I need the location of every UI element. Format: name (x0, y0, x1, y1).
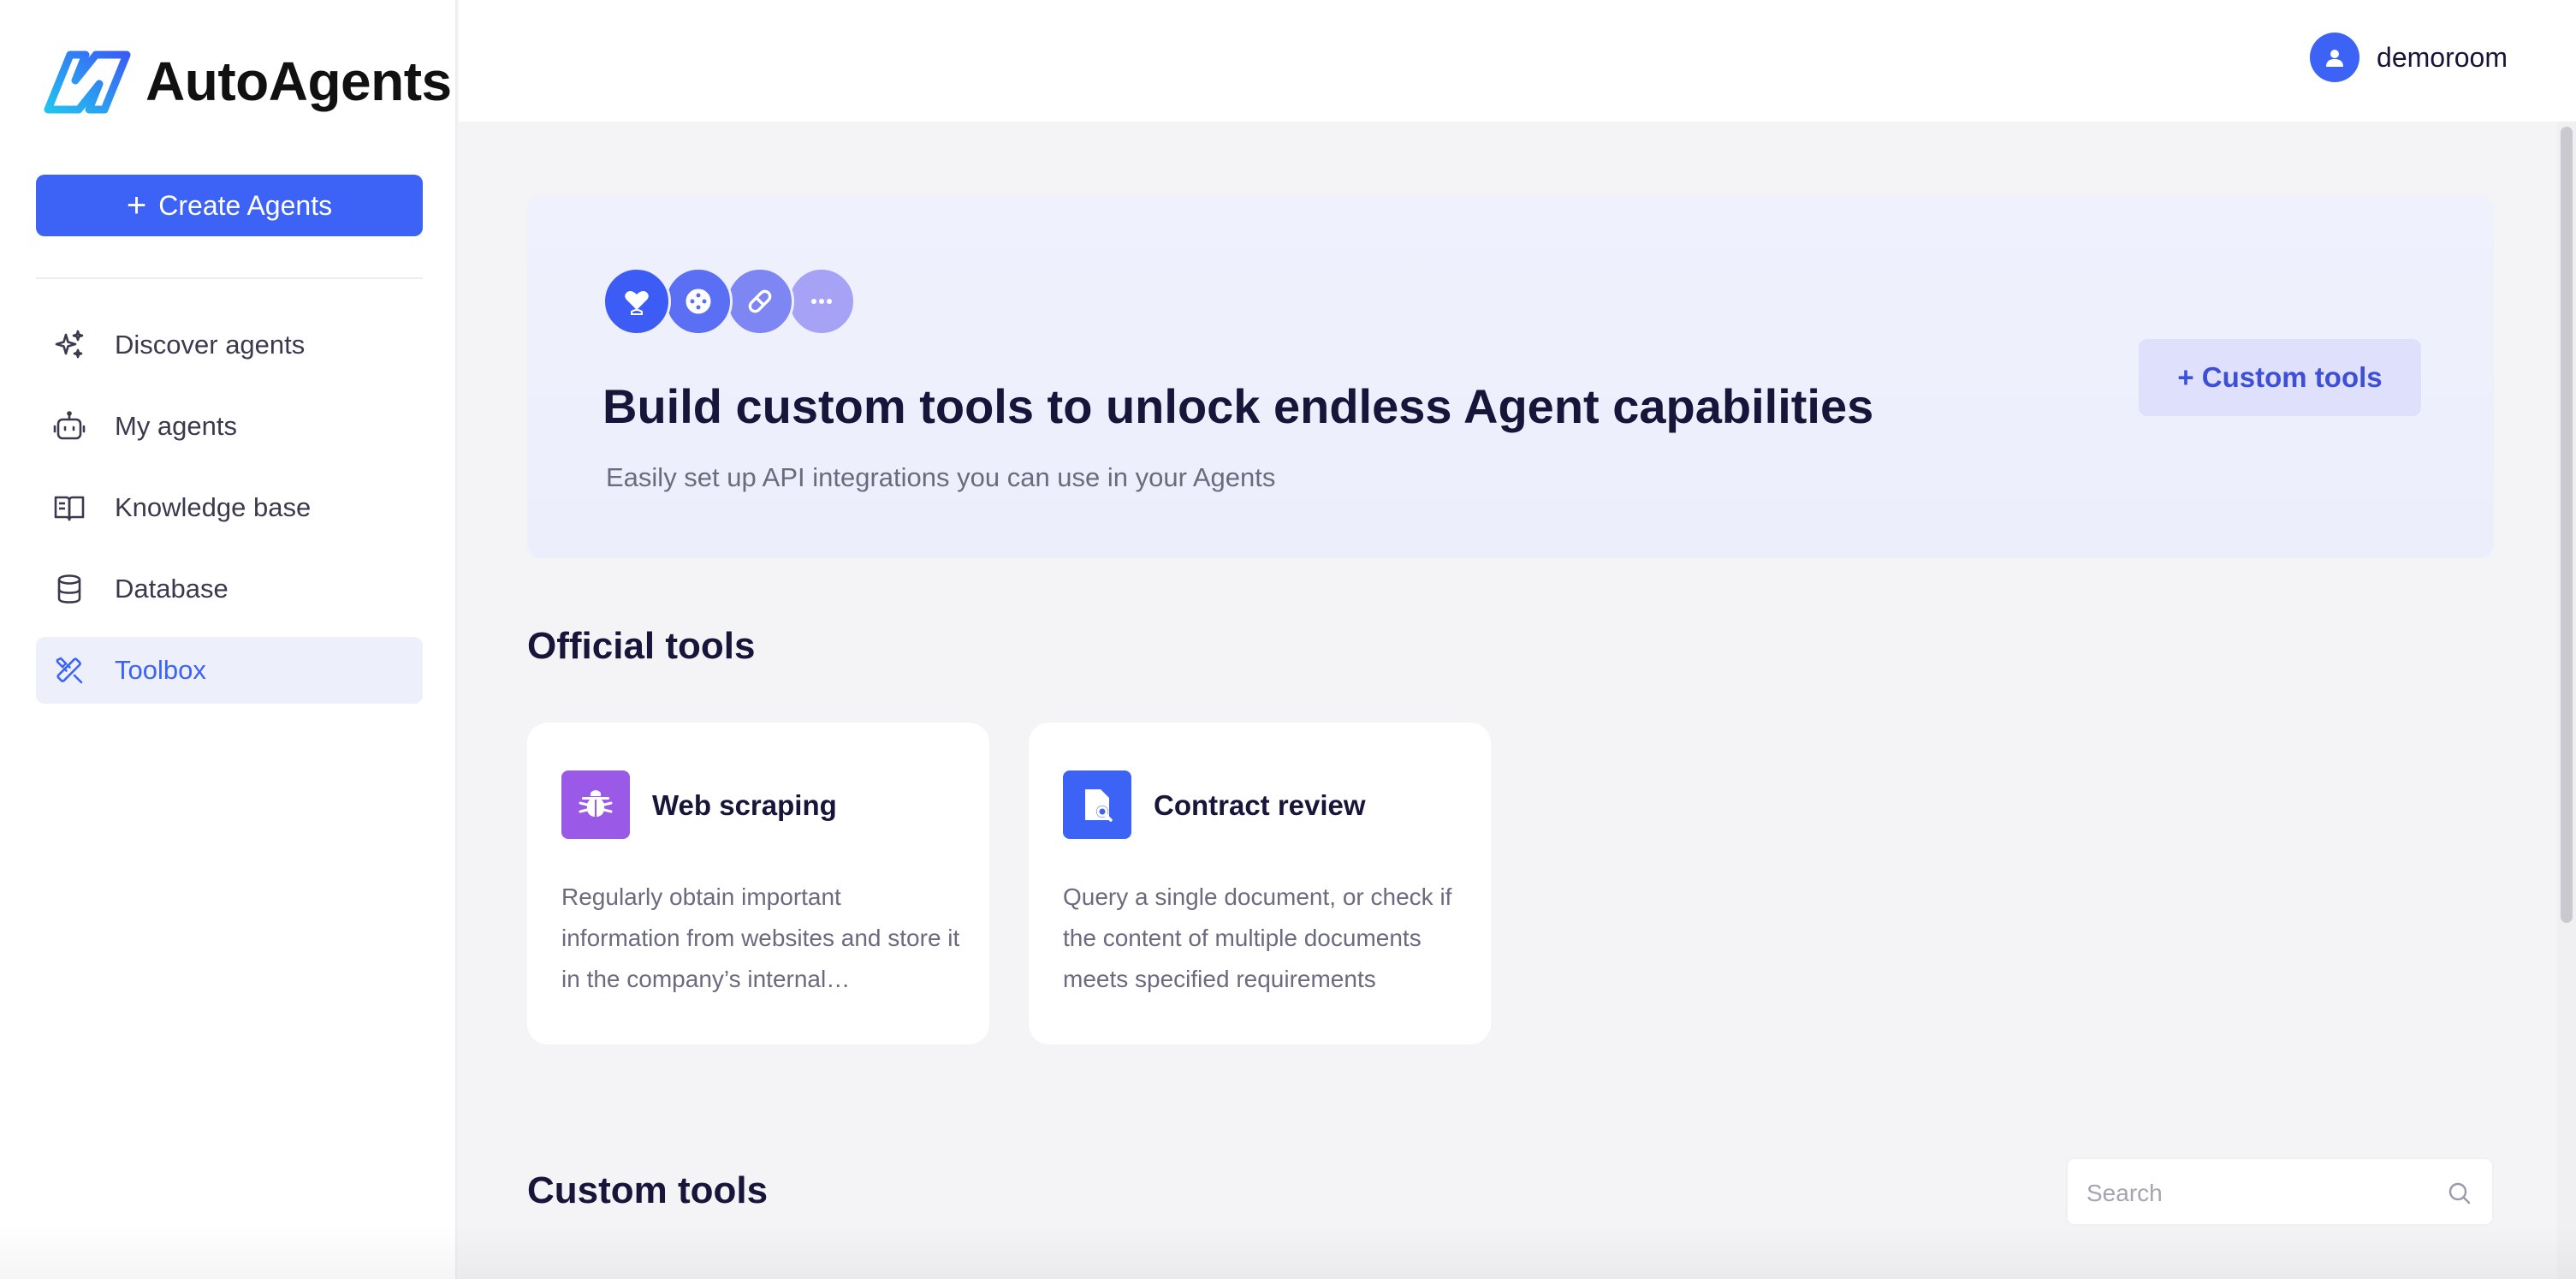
sidebar-item-label: Toolbox (115, 655, 206, 685)
custom-tools-heading: Custom tools (527, 1169, 769, 1211)
database-icon (48, 568, 91, 610)
plus-icon: + (126, 187, 147, 224)
custom-tools-search[interactable] (2066, 1157, 2494, 1226)
sparkles-icon (48, 324, 91, 366)
book-icon (48, 486, 91, 529)
app-name: AutoAgents (145, 51, 452, 112)
custom-tools-banner: Build custom tools to unlock endless Age… (527, 195, 2494, 558)
heart-hand-icon (602, 267, 671, 336)
tool-card-contract-review[interactable]: Contract review Query a single document,… (1029, 723, 1491, 1044)
logo[interactable]: AutoAgents (41, 43, 452, 120)
search-input[interactable] (2086, 1176, 2429, 1211)
official-tools-heading: Official tools (527, 625, 756, 667)
sidebar-item-toolbox[interactable]: Toolbox (36, 637, 423, 704)
user-menu[interactable]: demoroom (2310, 33, 2508, 82)
card-description: Regularly obtain important information f… (561, 883, 960, 992)
banner-title: Build custom tools to unlock endless Age… (602, 379, 1874, 433)
sidebar-item-knowledge-base[interactable]: Knowledge base (36, 474, 423, 541)
user-icon (2326, 50, 2344, 67)
document-search-icon (1063, 770, 1131, 839)
scrollbar-thumb[interactable] (2561, 127, 2573, 923)
tool-card-web-scraping[interactable]: Web scraping Regularly obtain important … (527, 723, 989, 1044)
username: demoroom (2377, 41, 2508, 73)
sidebar-nav: Discover agents My agents Knowledge base… (36, 312, 423, 718)
sidebar-item-my-agents[interactable]: My agents (36, 393, 423, 460)
robot-icon (48, 405, 91, 448)
autoagents-logo-icon (44, 51, 131, 114)
create-agents-button[interactable]: + Create Agents (36, 175, 423, 236)
top-bar: demoroom (459, 0, 2576, 122)
gamepad-icon (664, 267, 733, 336)
sidebar-item-label: Database (115, 574, 229, 604)
sidebar-item-database[interactable]: Database (36, 556, 423, 622)
search-icon[interactable] (2446, 1180, 2473, 1207)
avatar (2310, 33, 2360, 82)
add-custom-tools-button[interactable]: + Custom tools (2139, 339, 2421, 416)
sidebar-item-label: Discover agents (115, 330, 306, 360)
tools-icon (48, 649, 91, 692)
spider-icon (561, 770, 630, 839)
more-icon (787, 267, 856, 336)
card-title: Contract review (1154, 789, 1366, 821)
sidebar-item-label: Knowledge base (115, 492, 312, 522)
sidebar-item-discover-agents[interactable]: Discover agents (36, 312, 423, 378)
pill-icon (726, 267, 794, 336)
banner-subtitle: Easily set up API integrations you can u… (606, 462, 1276, 492)
card-title: Web scraping (652, 789, 837, 821)
sidebar-item-label: My agents (115, 411, 238, 441)
sidebar-divider (36, 277, 423, 279)
create-agents-label: Create Agents (158, 189, 333, 221)
card-description: Query a single document, or check if the… (1063, 883, 1452, 992)
sidebar: AutoAgents + Create Agents Discover agen… (0, 0, 457, 1279)
